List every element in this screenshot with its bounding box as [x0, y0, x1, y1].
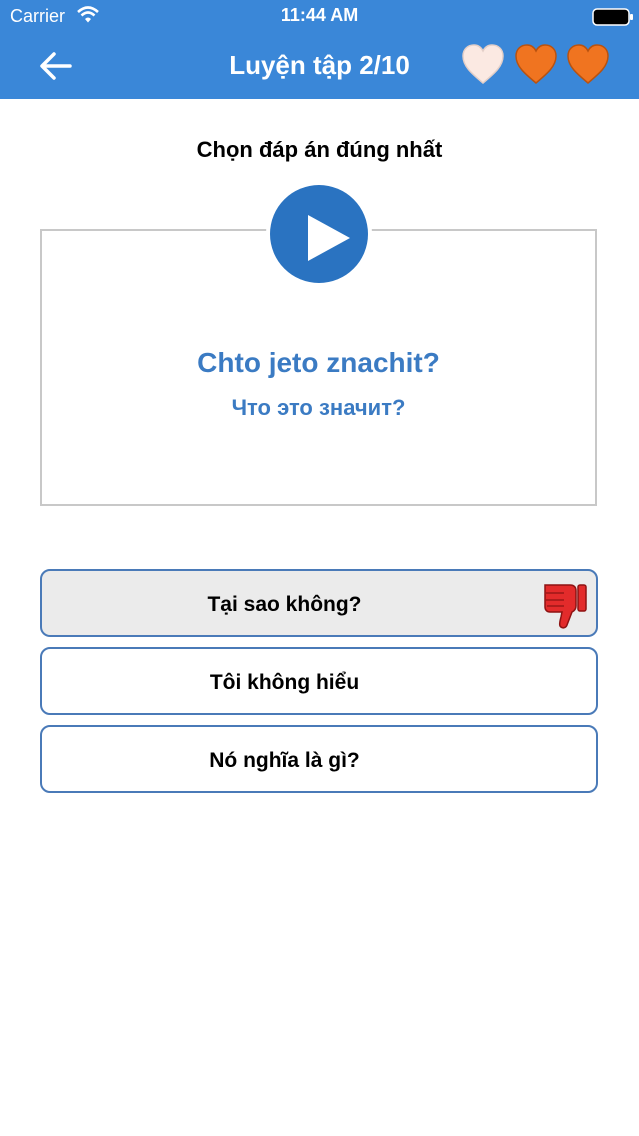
answer-option-2[interactable]: Tôi không hiểu	[40, 647, 598, 715]
play-audio-button[interactable]	[266, 181, 372, 287]
status-time: 11:44 AM	[280, 5, 359, 25]
instruction-text: Chọn đáp án đúng nhất	[196, 137, 443, 162]
answer-label: Nó nghĩa là gì?	[209, 749, 360, 772]
status-bar: Carrier 11:44 AM	[0, 0, 639, 34]
answer-option-3[interactable]: Nó nghĩa là gì?	[40, 725, 598, 793]
heart-icon-full	[567, 44, 609, 84]
question-transliteration: Chto jeto znachit?	[197, 347, 440, 378]
answer-label: Tại sao không?	[207, 593, 362, 616]
header-bar: Carrier 11:44 AM Luyện tập 2/10	[0, 0, 639, 99]
thumbs-down-icon	[544, 584, 587, 629]
question-cyrillic: Что это значит?	[231, 395, 406, 420]
battery-icon	[592, 8, 633, 26]
answer-label: Tôi không hiểu	[209, 671, 360, 694]
heart-icon-empty	[462, 44, 504, 84]
answer-option-1[interactable]: Tại sao không?	[40, 569, 598, 637]
play-icon	[308, 215, 350, 261]
heart-icon-full	[515, 44, 557, 84]
